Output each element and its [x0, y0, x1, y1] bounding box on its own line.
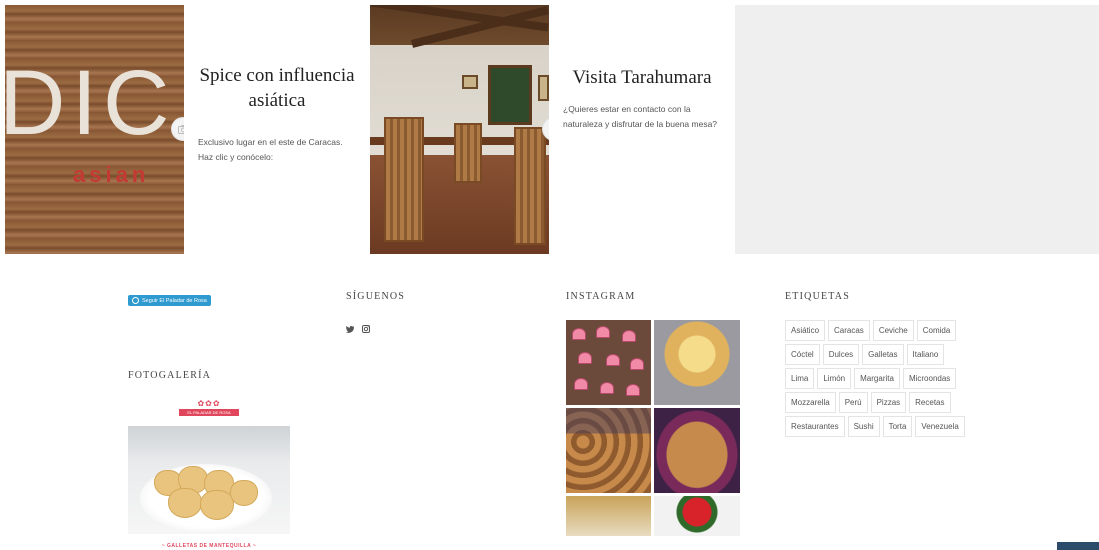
heart-cookie: [574, 378, 588, 390]
empty-gray-panel: [735, 5, 1099, 254]
wall-frame: [462, 75, 478, 89]
tag-link[interactable]: Italiano: [906, 344, 945, 365]
tarahumara-post-title[interactable]: Visita Tarahumara: [563, 65, 721, 90]
tag-link[interactable]: Margarita: [854, 368, 900, 389]
wall-frame: [538, 75, 549, 101]
tag-link[interactable]: Perú: [838, 392, 868, 413]
twitter-icon[interactable]: [345, 320, 354, 338]
window: [488, 65, 532, 125]
footer-column-follow: Seguir El Paladar de Rosa FOTOGALERÍA ✿✿…: [128, 291, 290, 550]
tag-link[interactable]: Recetas: [909, 392, 951, 413]
tag-link[interactable]: Torta: [882, 416, 913, 437]
heart-cookie: [596, 326, 610, 338]
footer-column-social: SÍGUENOS: [345, 291, 406, 338]
tag-link[interactable]: Mozzarella: [785, 392, 836, 413]
heart-cookie: [606, 354, 620, 366]
tarahumara-featured-image[interactable]: [370, 5, 549, 254]
photo-gallery-image[interactable]: ✿✿✿ EL PALADAR DE ROSA ~ GALLETAS DE MAN…: [128, 399, 290, 550]
heart-cookie: [572, 328, 586, 340]
instagram-photo-cupcakes[interactable]: [654, 320, 740, 405]
cookies-photo: [128, 426, 290, 534]
footer-column-instagram: INSTAGRAM: [566, 291, 740, 536]
cookie: [200, 490, 234, 520]
heart-cookie: [626, 384, 640, 396]
wooden-chair: [514, 127, 546, 245]
tag-link[interactable]: Venezuela: [915, 416, 965, 437]
wooden-chair: [454, 123, 482, 183]
instagram-grid: [566, 320, 740, 536]
tag-link[interactable]: Dulces: [822, 344, 860, 365]
tag-link[interactable]: Ceviche: [872, 320, 914, 341]
follow-blog-label: Seguir El Paladar de Rosa: [142, 297, 207, 304]
tag-link[interactable]: Comida: [916, 320, 957, 341]
back-to-top-button[interactable]: [1057, 542, 1099, 550]
heart-cookie: [622, 330, 636, 342]
tag-cloud: Asiático Caracas Ceviche Comida Cóctel Dulces…: [785, 320, 969, 437]
instagram-photo-plate-cookies[interactable]: [654, 408, 740, 493]
gallery-logo-ribbon: EL PALADAR DE ROSA: [179, 409, 239, 416]
heart-cookie: [630, 358, 644, 370]
wooden-chair: [384, 117, 424, 242]
follow-blog-button[interactable]: Seguir El Paladar de Rosa: [128, 295, 211, 306]
photo-overlay: [566, 408, 651, 493]
instagram-photo-heart-cookies[interactable]: [566, 320, 651, 405]
tarahumara-featured-text[interactable]: Visita Tarahumara ¿Quieres estar en cont…: [549, 5, 735, 254]
tags-title: ETIQUETAS: [785, 291, 850, 302]
gallery-logo: ✿✿✿ EL PALADAR DE ROSA: [179, 399, 239, 416]
gallery-caption: ~ GALLETAS DE MANTEQUILLA ~: [161, 543, 257, 549]
heart-cookie: [578, 352, 592, 364]
instagram-icon[interactable]: [362, 320, 370, 338]
footer-column-tags: ETIQUETAS Asiático Caracas Ceviche Comida Có…: [785, 291, 969, 437]
tag-link[interactable]: Asiático: [785, 320, 826, 341]
wordpress-icon: [132, 297, 139, 304]
instagram-photo-muffins[interactable]: [566, 408, 651, 493]
spice-featured-text[interactable]: Spice con influencia asiática Exclusivo …: [184, 5, 370, 254]
cookie: [168, 488, 202, 518]
tag-link[interactable]: Galletas: [862, 344, 904, 365]
tag-link[interactable]: Lima: [785, 368, 815, 389]
spice-sign-letters: DIC: [5, 52, 176, 154]
cookie: [230, 480, 258, 506]
tarahumara-post-excerpt: ¿Quieres estar en contacto con la natura…: [563, 104, 718, 129]
flowers-icon: ✿✿✿: [197, 399, 221, 408]
spice-post-title[interactable]: Spice con influencia asiática: [198, 63, 356, 113]
instagram-photo-drink[interactable]: [566, 496, 651, 536]
tag-link[interactable]: Sushi: [847, 416, 880, 437]
tag-link[interactable]: Limón: [817, 368, 852, 389]
photo-gallery-title: FOTOGALERÍA: [128, 370, 212, 381]
spice-featured-image[interactable]: DIC asian: [5, 5, 184, 254]
social-links: [345, 320, 405, 338]
instagram-title: INSTAGRAM: [566, 291, 636, 302]
tag-link[interactable]: Caracas: [828, 320, 870, 341]
tag-link[interactable]: Microondas: [902, 368, 957, 389]
instagram-photo-roses[interactable]: [654, 496, 740, 536]
tag-link[interactable]: Restaurantes: [785, 416, 845, 437]
social-title: SÍGUENOS: [346, 291, 406, 302]
tag-link[interactable]: Cóctel: [785, 344, 820, 365]
spice-post-excerpt: Exclusivo lugar en el este de Caracas. H…: [198, 137, 343, 162]
heart-cookie: [600, 382, 614, 394]
tag-link[interactable]: Pizzas: [870, 392, 907, 413]
featured-posts-strip: DIC asian Spice con influencia asiática …: [5, 5, 1099, 254]
spice-sign-subtext: asian: [73, 162, 150, 187]
